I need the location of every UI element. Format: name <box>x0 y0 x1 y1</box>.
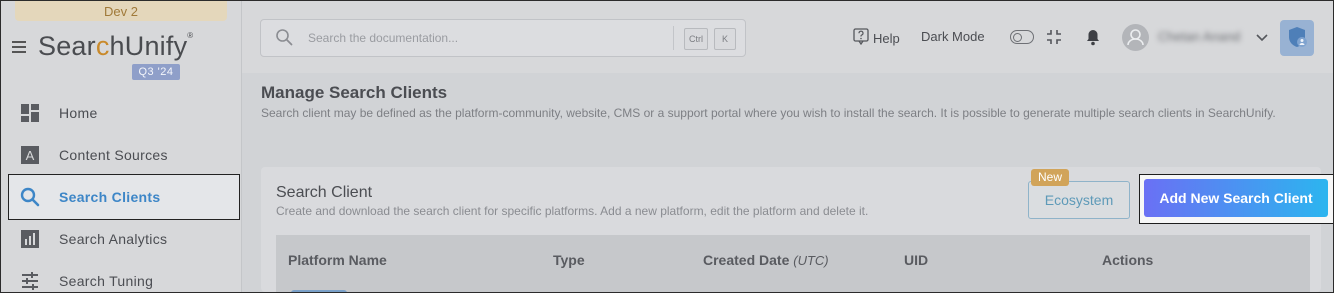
help-icon <box>853 28 869 48</box>
sidebar: Dev 2 SearchUnify® Q3 '24 Home A Content… <box>1 1 242 292</box>
created-date-label: Created Date <box>703 252 790 268</box>
sidebar-item-label: Search Tuning <box>59 273 154 289</box>
sidebar-item-label: Search Analytics <box>59 231 168 247</box>
new-badge: New <box>1031 169 1069 186</box>
logo-reg: ® <box>187 31 194 40</box>
kbd-k: K <box>714 28 736 50</box>
main-content: Manage Search Clients Search client may … <box>242 73 1333 292</box>
search-placeholder: Search the documentation... <box>308 31 459 45</box>
sidebar-item-label: Home <box>59 105 98 121</box>
logo-accent: c <box>95 31 110 61</box>
kbd-ctrl: Ctrl <box>684 28 708 50</box>
logo: SearchUnify® <box>38 31 193 62</box>
sidebar-item-label: Content Sources <box>59 147 168 163</box>
search-client-card: Search Client Create and download the se… <box>261 167 1333 292</box>
dashboard-icon <box>19 102 41 124</box>
add-button-highlight: Add New Search Client <box>1139 174 1333 224</box>
card-description: Create and download the search client fo… <box>276 204 869 218</box>
help-button[interactable]: Help <box>853 28 900 48</box>
sidebar-item-search-tuning[interactable]: Search Tuning <box>9 260 239 292</box>
user-name[interactable]: Chetan Anand <box>1158 29 1240 44</box>
column-header-type[interactable]: Type <box>553 252 585 268</box>
column-header-uid[interactable]: UID <box>904 252 928 268</box>
search-icon <box>19 186 41 208</box>
page-title: Manage Search Clients <box>261 83 448 102</box>
avatar[interactable] <box>1122 24 1149 51</box>
svg-text:A: A <box>26 148 35 163</box>
admin-shield-button[interactable] <box>1280 20 1314 56</box>
dark-mode-toggle[interactable] <box>1010 30 1034 44</box>
sidebar-item-label: Search Clients <box>59 189 161 205</box>
card-title: Search Client <box>276 184 373 201</box>
tuning-icon <box>19 270 41 292</box>
sidebar-item-home[interactable]: Home <box>9 92 239 134</box>
utc-label: (UTC) <box>793 253 829 268</box>
hamburger-icon[interactable] <box>12 41 26 53</box>
version-badge: Q3 '24 <box>132 64 180 80</box>
sidebar-item-search-analytics[interactable]: Search Analytics <box>9 218 239 260</box>
shield-user-icon <box>1280 27 1314 60</box>
table-header: Platform Name Type Created Date (UTC) UI… <box>276 235 1310 292</box>
bell-icon[interactable] <box>1085 28 1101 51</box>
collapse-icon[interactable] <box>1046 29 1062 50</box>
page-description: Search client may be defined as the plat… <box>261 106 1276 120</box>
column-header-actions: Actions <box>1102 252 1154 268</box>
content-sources-icon: A <box>19 144 41 166</box>
help-label: Help <box>873 30 900 46</box>
chevron-down-icon[interactable] <box>1255 30 1269 49</box>
sidebar-item-content-sources[interactable]: A Content Sources <box>9 134 239 176</box>
search-input[interactable]: Search the documentation... Ctrl K <box>260 19 746 57</box>
app-window: Dev 2 SearchUnify® Q3 '24 Home A Content… <box>0 0 1334 293</box>
sidebar-item-search-clients[interactable]: Search Clients <box>8 174 240 220</box>
logo-part2: hUnify <box>109 31 188 61</box>
topbar: Search the documentation... Ctrl K Help … <box>242 1 1333 73</box>
ecosystem-button[interactable]: Ecosystem <box>1028 181 1130 219</box>
column-header-platform-name[interactable]: Platform Name <box>288 252 387 268</box>
add-new-search-client-button[interactable]: Add New Search Client <box>1144 179 1328 217</box>
analytics-icon <box>19 228 41 250</box>
search-divider <box>673 26 674 50</box>
search-icon <box>275 28 293 51</box>
logo-part1: Sear <box>38 31 96 61</box>
column-header-created-date[interactable]: Created Date (UTC) <box>703 252 829 268</box>
env-badge: Dev 2 <box>15 1 227 21</box>
dark-mode-label: Dark Mode <box>921 29 985 44</box>
